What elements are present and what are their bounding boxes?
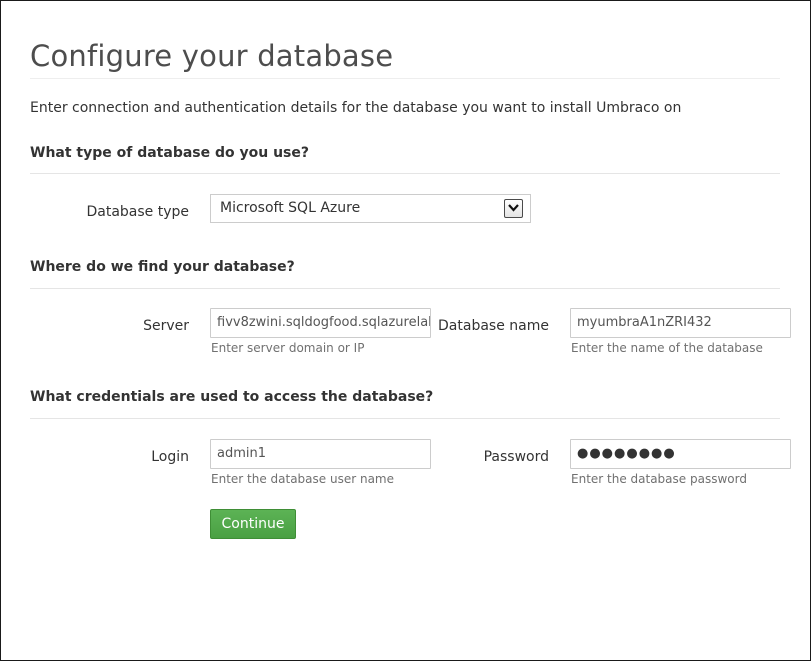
login-help: Enter the database user name [211, 472, 394, 486]
credentials-heading: What credentials are used to access the … [30, 389, 434, 405]
chevron-down-icon[interactable] [504, 199, 523, 218]
intro-text: Enter connection and authentication deta… [30, 100, 682, 116]
database-location-heading: Where do we find your database? [30, 259, 295, 275]
server-help: Enter server domain or IP [211, 341, 365, 355]
section-divider [30, 288, 780, 289]
password-help: Enter the database password [571, 472, 747, 486]
continue-button[interactable]: Continue [210, 509, 296, 539]
password-input[interactable]: ●●●●●●●● [570, 439, 791, 469]
section-divider [30, 418, 780, 419]
login-label: Login [151, 449, 189, 465]
installer-window: Configure your database Enter connection… [0, 0, 811, 661]
database-name-label: Database name [438, 318, 549, 334]
database-type-heading: What type of database do you use? [30, 145, 310, 161]
section-divider [30, 173, 780, 174]
login-input[interactable]: admin1 [210, 439, 431, 469]
database-name-help: Enter the name of the database [571, 341, 763, 355]
title-divider [30, 78, 780, 79]
database-name-input[interactable]: myumbraA1nZRI432 [570, 308, 791, 338]
database-type-label: Database type [86, 204, 189, 220]
server-input[interactable]: fivv8zwini.sqldogfood.sqlazurelabs.com [210, 308, 431, 338]
page-title: Configure your database [30, 39, 394, 73]
database-type-selected-value: Microsoft SQL Azure [220, 200, 361, 216]
database-type-select[interactable]: Microsoft SQL Azure [210, 194, 531, 223]
server-label: Server [143, 318, 189, 334]
password-label: Password [483, 449, 549, 465]
